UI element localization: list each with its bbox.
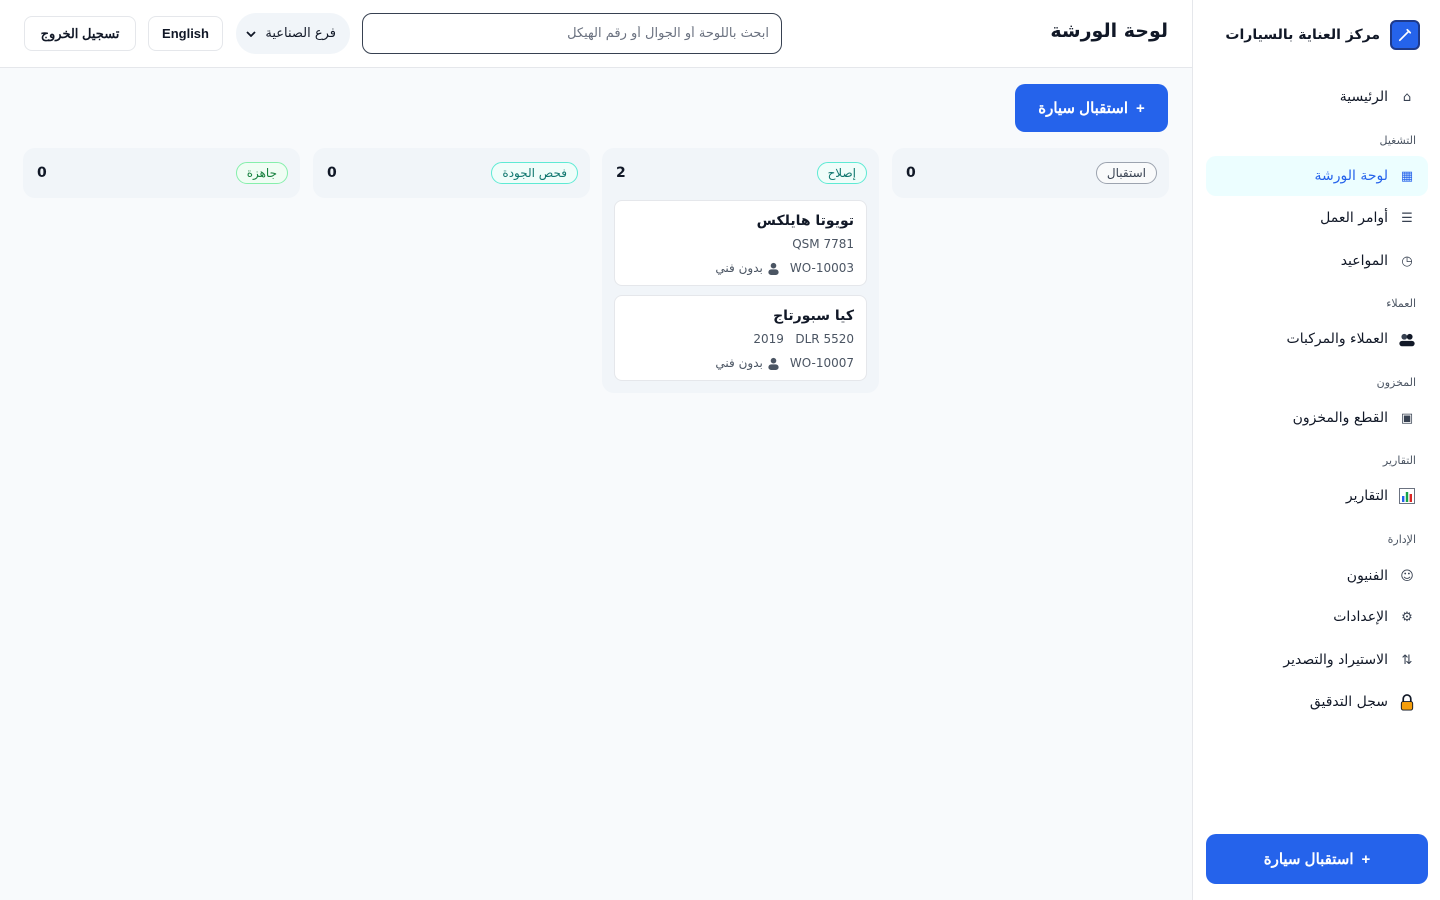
- sidebar-item-parts-inventory[interactable]: ▣ القطع والمخزون: [1206, 398, 1428, 438]
- sidebar-item-label: الاستيراد والتصدير: [1283, 652, 1388, 668]
- sidebar-section-operations: التشغيل: [1379, 134, 1417, 147]
- logout-button[interactable]: تسجيل الخروج: [24, 16, 136, 51]
- sidebar-item-workshop-board[interactable]: ▦ لوحة الورشة: [1206, 156, 1428, 196]
- kanban-column-repair: إصلاح 2 تويوتا هايلكس QSM 7781 WO-10003 …: [602, 148, 879, 393]
- sidebar-item-home[interactable]: ⌂ الرئيسية: [1206, 77, 1428, 117]
- sidebar-item-label: الرئيسية: [1339, 89, 1388, 105]
- work-order-card[interactable]: كيا سبورتاج 2019 DLR 5520 WO-10007 بدون …: [614, 295, 867, 381]
- column-count: 0: [327, 165, 337, 181]
- wrench-icon: [1390, 20, 1420, 50]
- column-status-badge: استقبال: [1095, 162, 1157, 184]
- sidebar-item-audit-log[interactable]: سجل التدقيق: [1206, 682, 1428, 722]
- sidebar-item-label: العملاء والمركبات: [1286, 331, 1388, 347]
- column-status-badge: جاهزة: [235, 162, 288, 184]
- chevron-down-icon: [246, 26, 256, 41]
- sidebar-item-label: التقارير: [1345, 488, 1388, 504]
- card-footer: WO-10007 بدون فني: [627, 356, 854, 370]
- sidebar-section-customers: العملاء: [1386, 297, 1416, 310]
- search-input[interactable]: [362, 13, 782, 54]
- work-order-card[interactable]: تويوتا هايلكس QSM 7781 WO-10003 بدون فني: [614, 200, 867, 286]
- sidebar-item-label: سجل التدقيق: [1309, 694, 1388, 710]
- vehicle-plate-number: QSM 7781: [792, 237, 854, 251]
- bar-chart-icon: [1398, 487, 1416, 505]
- technician-name: بدون فني: [715, 261, 763, 275]
- sidebar-item-import-export[interactable]: ⇅ الاستيراد والتصدير: [1206, 640, 1428, 680]
- clock-icon: ◷: [1401, 253, 1413, 269]
- receive-car-main-button[interactable]: + استقبال سيارة: [1015, 84, 1168, 132]
- lock-icon: [1398, 693, 1416, 711]
- plus-icon: +: [1136, 99, 1145, 117]
- sidebar-item-customers-vehicles[interactable]: العملاء والمركبات: [1206, 319, 1428, 359]
- kanban-column-reception: استقبال 0: [892, 148, 1169, 198]
- brand[interactable]: مركز العناية بالسيارات: [1225, 20, 1420, 50]
- sidebar-item-label: الإعدادات: [1333, 609, 1388, 625]
- sidebar-item-work-orders[interactable]: ☰ أوامر العمل: [1206, 198, 1428, 238]
- list-icon: ☰: [1401, 210, 1413, 226]
- plus-icon: +: [1361, 850, 1371, 868]
- column-count: 0: [37, 165, 47, 181]
- brand-name: مركز العناية بالسيارات: [1225, 27, 1380, 43]
- page-title: لوحة الورشة: [1050, 20, 1168, 42]
- vehicle-name: كيا سبورتاج: [773, 308, 854, 324]
- technician: بدون فني: [715, 356, 779, 370]
- column-status-badge: فحص الجودة: [491, 162, 578, 184]
- sidebar-section-reports: التقارير: [1382, 454, 1416, 467]
- work-order-number: WO-10007: [789, 356, 854, 370]
- users-icon: [1398, 330, 1416, 348]
- person-icon: [768, 357, 779, 370]
- sidebar-section-inventory: المخزون: [1376, 376, 1416, 389]
- vehicle-name: تويوتا هايلكس: [756, 213, 854, 229]
- kanban-column-ready: جاهزة 0: [23, 148, 300, 198]
- home-icon: ⌂: [1402, 89, 1412, 105]
- smile-icon: ☺: [1400, 568, 1414, 584]
- vehicle-plate-number: DLR 5520: [795, 332, 854, 346]
- vehicle-details: 2019 DLR 5520: [627, 332, 854, 346]
- sidebar-item-technicians[interactable]: ☺ الفنيون: [1206, 556, 1428, 596]
- receive-car-label: استقبال سيارة: [1263, 851, 1354, 868]
- swap-vertical-icon: ⇅: [1401, 652, 1413, 668]
- kanban-column-quality-check: فحص الجودة 0: [313, 148, 590, 198]
- sidebar: مركز العناية بالسيارات ⌂ الرئيسية التشغي…: [1192, 0, 1440, 900]
- person-icon: [768, 262, 779, 275]
- sidebar-item-label: القطع والمخزون: [1292, 410, 1388, 426]
- column-count: 2: [616, 165, 626, 181]
- sidebar-item-label: أوامر العمل: [1320, 210, 1388, 226]
- sidebar-item-reports[interactable]: التقارير: [1206, 476, 1428, 516]
- branch-select-value: فرع الصناعية: [265, 26, 336, 41]
- box-icon: ▣: [1400, 410, 1414, 426]
- vehicle-plate: QSM 7781: [627, 237, 854, 251]
- header: لوحة الورشة فرع الصناعية English تسجيل ا…: [0, 0, 1192, 68]
- gear-icon: ⚙: [1401, 609, 1413, 625]
- sidebar-section-admin: الإدارة: [1387, 533, 1416, 546]
- language-button[interactable]: English: [148, 16, 223, 51]
- card-footer: WO-10003 بدون فني: [627, 261, 854, 275]
- sidebar-item-label: الفنيون: [1346, 568, 1388, 584]
- column-status-badge: إصلاح: [816, 162, 867, 184]
- column-count: 0: [906, 165, 916, 181]
- receive-car-main-label: استقبال سيارة: [1038, 100, 1129, 117]
- grid-icon: ▦: [1400, 168, 1414, 184]
- sidebar-item-settings[interactable]: ⚙ الإعدادات: [1206, 597, 1428, 637]
- technician: بدون فني: [715, 261, 779, 275]
- sidebar-item-appointments[interactable]: ◷ المواعيد: [1206, 241, 1428, 281]
- sidebar-item-label: المواعيد: [1340, 253, 1388, 269]
- technician-name: بدون فني: [715, 356, 763, 370]
- branch-select[interactable]: فرع الصناعية: [236, 13, 350, 54]
- vehicle-year: 2019: [753, 332, 784, 346]
- work-order-number: WO-10003: [789, 261, 854, 275]
- receive-car-button[interactable]: + استقبال سيارة: [1206, 834, 1428, 884]
- sidebar-item-label: لوحة الورشة: [1314, 168, 1389, 184]
